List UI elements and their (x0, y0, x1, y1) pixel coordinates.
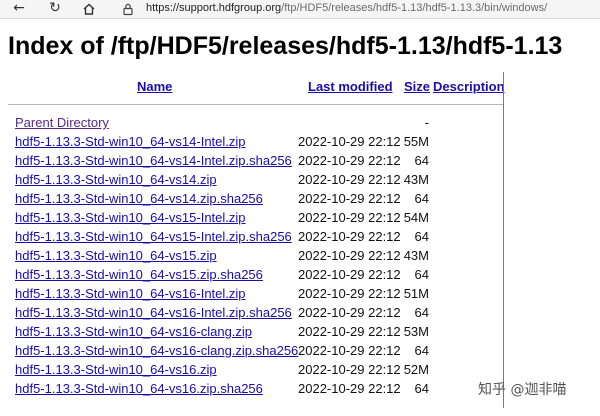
file-link[interactable]: hdf5-1.13.3-Std-win10_64-vs16-clang.zip (15, 324, 252, 340)
file-row: hdf5-1.13.3-Std-win10_64-vs14.zip 2022-10… (0, 172, 504, 191)
divider-top (8, 104, 504, 105)
file-size: 64 (414, 153, 429, 168)
file-date: 2022-10-29 22:12 (298, 343, 401, 358)
file-row: hdf5-1.13.3-Std-win10_64-vs15.zip 2022-10… (0, 248, 504, 267)
file-size: 64 (414, 191, 429, 206)
file-link[interactable]: hdf5-1.13.3-Std-win10_64-vs15.zip.sha256 (15, 267, 263, 283)
parent-directory-link[interactable]: Parent Directory (15, 115, 109, 131)
file-link[interactable]: hdf5-1.13.3-Std-win10_64-vs14.zip.sha256 (15, 191, 263, 207)
file-link[interactable]: hdf5-1.13.3-Std-win10_64-vs16.zip.sha256 (15, 381, 263, 397)
file-row: hdf5-1.13.3-Std-win10_64-vs16.zip.sha256… (0, 381, 504, 400)
file-date: 2022-10-29 22:12 (298, 286, 401, 301)
file-row: hdf5-1.13.3-Std-win10_64-vs16-clang.zip 2… (0, 324, 504, 343)
file-size: 51M (403, 286, 429, 301)
file-date: 2022-10-29 22:12 (298, 153, 401, 168)
file-link[interactable]: hdf5-1.13.3-Std-win10_64-vs15.zip (15, 248, 217, 264)
file-size: 43M (403, 172, 429, 187)
file-date: 2022-10-29 22:12 (298, 362, 401, 377)
file-link[interactable]: hdf5-1.13.3-Std-win10_64-vs14-Intel.zip (15, 134, 246, 150)
file-date: 2022-10-29 22:12 (298, 134, 401, 149)
file-date: 2022-10-29 22:12 (298, 305, 401, 320)
file-date: 2022-10-29 22:12 (298, 324, 401, 339)
file-row: hdf5-1.13.3-Std-win10_64-vs14-Intel.zip 2… (0, 134, 504, 153)
file-row: hdf5-1.13.3-Std-win10_64-vs15.zip.sha256… (0, 267, 504, 286)
file-size: 52M (403, 362, 429, 377)
file-size: 43M (403, 248, 429, 263)
file-link[interactable]: hdf5-1.13.3-Std-win10_64-vs16-Intel.zip.… (15, 305, 292, 321)
file-date: 2022-10-29 22:12 (298, 210, 401, 225)
file-link[interactable]: hdf5-1.13.3-Std-win10_64-vs16-clang.zip.… (15, 343, 298, 359)
file-size: 53M (403, 324, 429, 339)
parent-row: Parent Directory - (0, 115, 504, 134)
file-date: 2022-10-29 22:12 (298, 381, 401, 396)
column-header-description[interactable]: Description (433, 79, 505, 95)
column-header-name[interactable]: Name (137, 79, 172, 95)
file-row: hdf5-1.13.3-Std-win10_64-vs15-Intel.zip.… (0, 229, 504, 248)
file-date: 2022-10-29 22:12 (298, 191, 401, 206)
file-date: 2022-10-29 22:12 (298, 172, 401, 187)
file-size: 64 (414, 381, 429, 396)
column-header-size[interactable]: Size (404, 79, 430, 95)
file-link[interactable]: hdf5-1.13.3-Std-win10_64-vs14.zip (15, 172, 217, 188)
file-link[interactable]: hdf5-1.13.3-Std-win10_64-vs16-Intel.zip (15, 286, 246, 302)
file-row: hdf5-1.13.3-Std-win10_64-vs16-clang.zip.… (0, 343, 504, 362)
file-link[interactable]: hdf5-1.13.3-Std-win10_64-vs14-Intel.zip.… (15, 153, 292, 169)
file-row: hdf5-1.13.3-Std-win10_64-vs16.zip 2022-10… (0, 362, 504, 381)
file-size: 64 (414, 229, 429, 244)
file-link[interactable]: hdf5-1.13.3-Std-win10_64-vs16.zip (15, 362, 217, 378)
file-size: 64 (414, 343, 429, 358)
file-row: hdf5-1.13.3-Std-win10_64-vs16-Intel.zip 2… (0, 286, 504, 305)
file-row: hdf5-1.13.3-Std-win10_64-vs16-Intel.zip.… (0, 305, 504, 324)
file-date: 2022-10-29 22:12 (298, 229, 401, 244)
directory-listing: Name Last modified Size Description Pare… (0, 0, 600, 416)
file-size: 64 (414, 305, 429, 320)
file-row: hdf5-1.13.3-Std-win10_64-vs15-Intel.zip 2… (0, 210, 504, 229)
file-size: 55M (403, 134, 429, 149)
file-size: 54M (403, 210, 429, 225)
file-date: 2022-10-29 22:12 (298, 267, 401, 282)
file-link[interactable]: hdf5-1.13.3-Std-win10_64-vs15-Intel.zip (15, 210, 246, 226)
column-header-last-modified[interactable]: Last modified (308, 79, 393, 95)
parent-size: - (424, 115, 429, 130)
watermark: 知乎 @迦非喵 (478, 382, 567, 398)
file-row: hdf5-1.13.3-Std-win10_64-vs14.zip.sha256… (0, 191, 504, 210)
file-size: 64 (414, 267, 429, 282)
file-link[interactable]: hdf5-1.13.3-Std-win10_64-vs15-Intel.zip.… (15, 229, 292, 245)
file-row: hdf5-1.13.3-Std-win10_64-vs14-Intel.zip.… (0, 153, 504, 172)
file-date: 2022-10-29 22:12 (298, 248, 401, 263)
